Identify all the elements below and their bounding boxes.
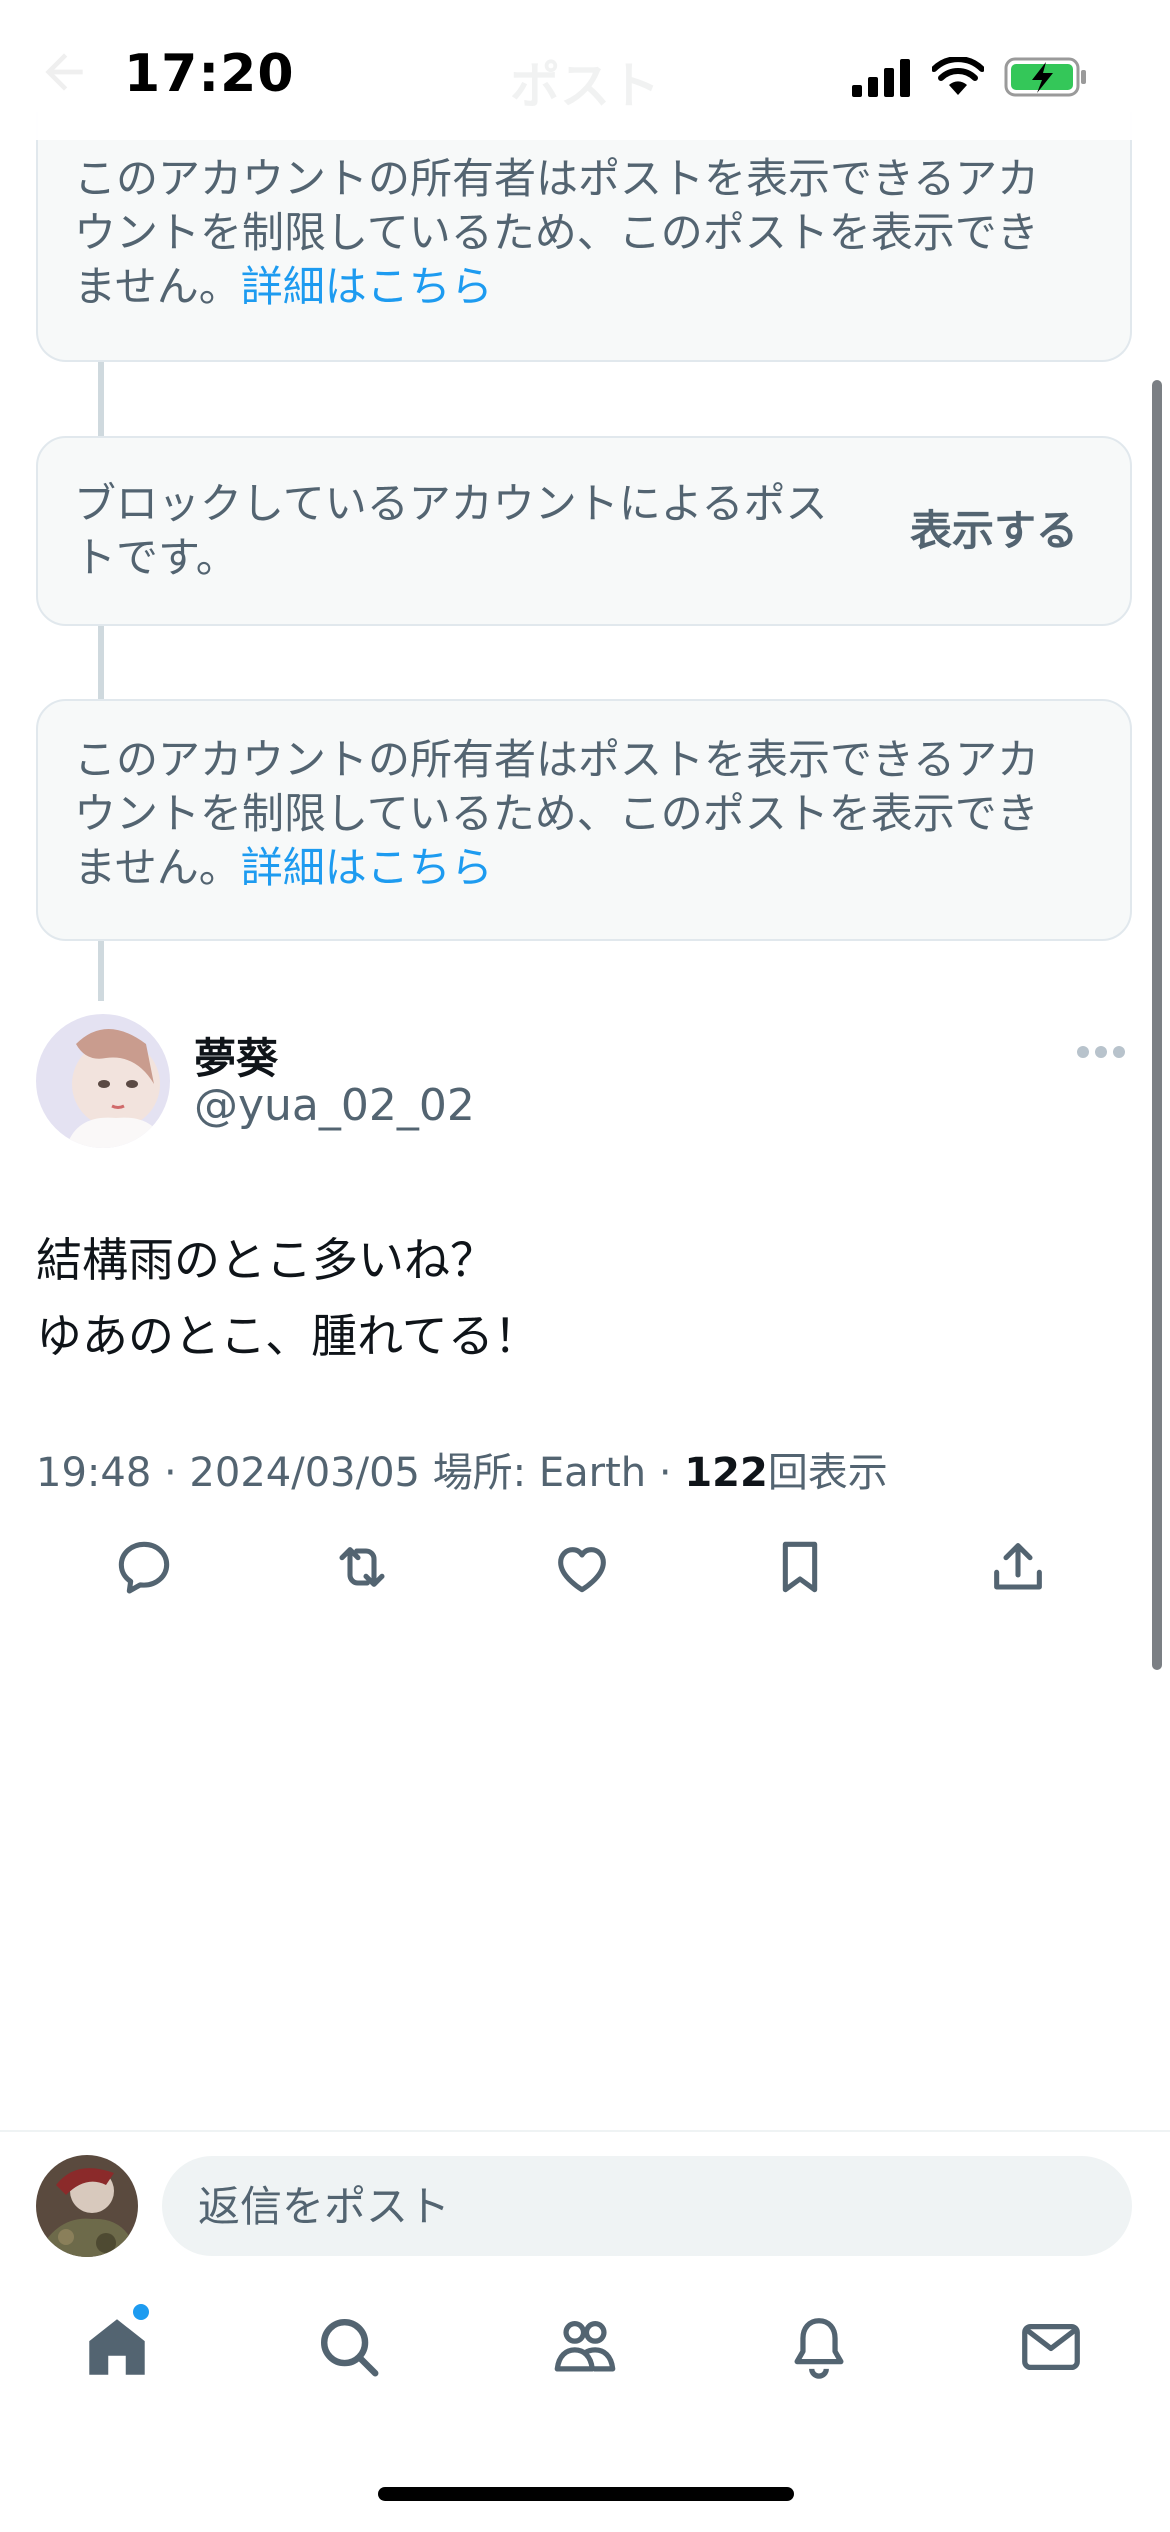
post-text-line: ゆあのとこ、腫れてる！ [36,1309,540,1363]
thread-connector [98,362,104,436]
post-metadata: 19:48 · 2024/03/05 場所: Earth · 122回表示 [36,1440,888,1498]
new-posts-indicator [133,2304,149,2320]
status-bar: ポスト 17:20 [0,0,1170,140]
thread-connector [98,626,104,699]
home-icon[interactable] [82,2312,152,2382]
learn-more-link[interactable]: 詳細はこちら [241,843,493,892]
post-text-line: 結構雨のとこ多いね？ [36,1233,496,1287]
post-text: 結構雨のとこ多いね？ ゆあのとこ、腫れてる！ [36,1222,1126,1374]
scrollbar[interactable] [1152,380,1162,1670]
views-count: 122 [684,1450,768,1496]
show-post-button[interactable]: 表示する [910,504,1078,558]
meta-separator: · [658,1450,672,1496]
bottom-tab-bar [0,2292,1170,2422]
author-handle[interactable]: @yua_02_02 [194,1080,475,1131]
reply-input[interactable] [162,2156,1132,2256]
learn-more-link[interactable]: 詳細はこちら [241,262,493,311]
share-icon[interactable] [986,1535,1050,1599]
system-icons [852,52,1090,102]
repost-icon[interactable] [330,1535,394,1599]
notifications-icon[interactable] [784,2312,854,2382]
restricted-post-notice: このアカウントの所有者はポストを表示できるアカウントを制限しているため、このポス… [36,112,1132,362]
blocked-post-notice: ブロックしているアカウントによるポストです。 表示する [36,436,1132,626]
search-icon[interactable] [314,2312,384,2382]
author-avatar[interactable] [36,1014,170,1148]
notice-text: このアカウントの所有者はポストを表示できるアカウントを制限しているため、このポス… [74,735,1040,892]
messages-icon[interactable] [1016,2312,1086,2382]
status-time: 17:20 [124,44,295,104]
restricted-post-notice: このアカウントの所有者はポストを表示できるアカウントを制限しているため、このポス… [36,699,1132,941]
home-indicator [378,2487,794,2501]
more-options-icon[interactable] [1076,1040,1126,1064]
like-icon[interactable] [550,1535,614,1599]
wifi-icon [932,57,984,95]
bookmark-icon[interactable] [768,1535,832,1599]
author-display-name[interactable]: 夢葵 [194,1025,278,1086]
post-action-bar [0,1535,1170,1605]
notice-text: このアカウントの所有者はポストを表示できるアカウントを制限しているため、このポス… [74,154,1040,311]
views-label: 回表示 [767,1450,888,1496]
current-user-avatar[interactable] [36,2155,138,2257]
divider [0,2130,1170,2132]
cellular-signal-icon [852,59,910,97]
notice-text: ブロックしているアカウントによるポストです。 [74,479,828,582]
post-location: 場所: Earth [432,1450,647,1496]
post-timestamp[interactable]: 19:48 · 2024/03/05 [36,1450,420,1496]
reply-icon[interactable] [112,1535,176,1599]
thread-connector [98,941,104,1001]
communities-icon[interactable] [550,2312,620,2382]
battery-charging-icon [1004,57,1086,97]
